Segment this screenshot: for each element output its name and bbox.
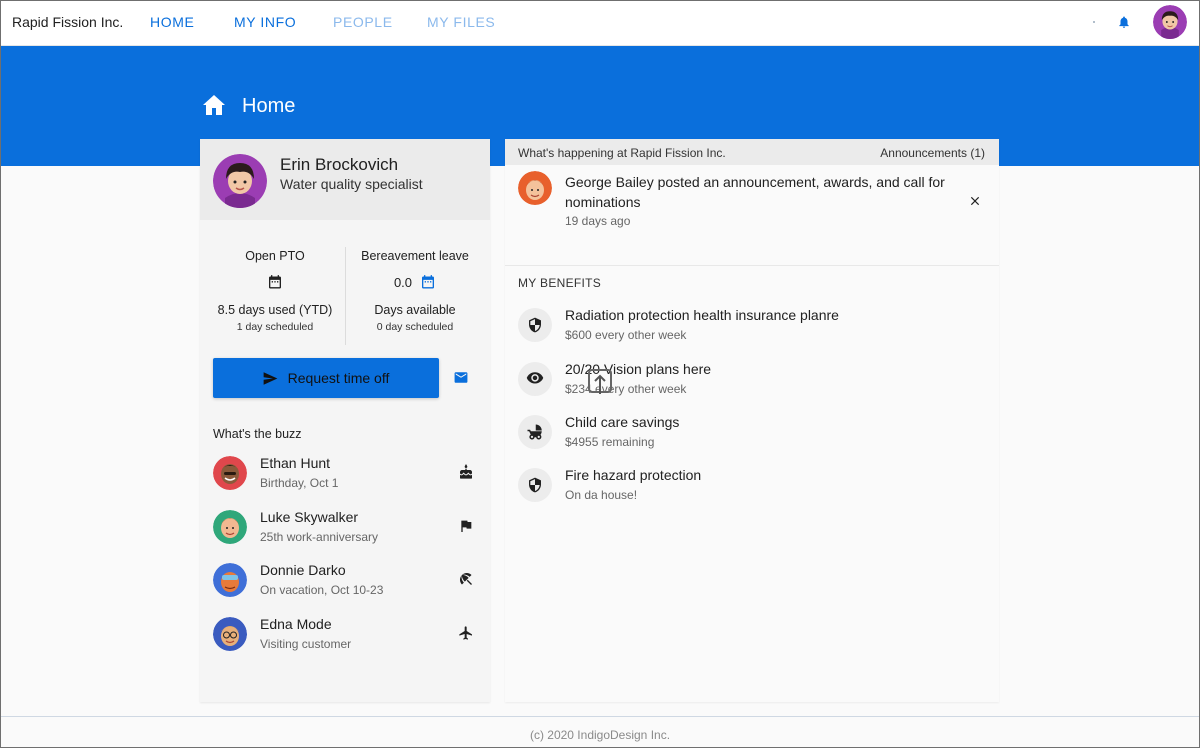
footer: (c) 2020 IndigoDesign Inc. bbox=[0, 716, 1200, 748]
profile-role: Water quality specialist bbox=[280, 176, 423, 192]
calendar-icon[interactable] bbox=[420, 274, 436, 291]
buzz-detail: Birthday, Oct 1 bbox=[260, 476, 339, 490]
open-pto-used: 8.5 days used (YTD) bbox=[217, 303, 333, 317]
nav-my-info[interactable]: MY INFO bbox=[234, 14, 296, 30]
benefit-item[interactable]: Child care savings $4955 remaining bbox=[518, 414, 978, 459]
buzz-item[interactable]: Ethan Hunt Birthday, Oct 1 bbox=[213, 455, 483, 496]
news-benefits-card: What's happening at Rapid Fission Inc. A… bbox=[505, 139, 999, 702]
bereavement-available: Days available bbox=[374, 303, 456, 317]
avatar bbox=[213, 563, 247, 597]
nav-my-files[interactable]: MY FILES bbox=[427, 14, 495, 30]
happening-title: What's happening at Rapid Fission Inc. bbox=[518, 146, 726, 160]
footer-copyright: (c) 2020 IndigoDesign Inc. bbox=[529, 728, 671, 742]
send-icon bbox=[263, 371, 278, 385]
bereavement-scheduled: 0 day scheduled bbox=[376, 321, 454, 333]
buzz-name: Ethan Hunt bbox=[260, 455, 331, 471]
announcement-text[interactable]: George Bailey posted an announcement, aw… bbox=[565, 172, 945, 212]
calendar-icon[interactable] bbox=[267, 274, 283, 291]
close-icon[interactable] bbox=[968, 194, 982, 208]
buzz-item[interactable]: Donnie Darko On vacation, Oct 10-23 bbox=[213, 562, 483, 603]
mail-icon[interactable] bbox=[454, 372, 468, 383]
profile-avatar bbox=[213, 154, 267, 208]
separator-dot bbox=[1093, 21, 1095, 23]
profile-name: Erin Brockovich bbox=[280, 155, 399, 174]
request-time-off-label: Request time off bbox=[287, 370, 390, 386]
brand-name: Rapid Fission Inc. bbox=[12, 14, 124, 30]
benefit-item[interactable]: Fire hazard protection On da house! bbox=[518, 467, 978, 512]
shield-icon bbox=[518, 468, 552, 502]
stroller-icon bbox=[518, 415, 552, 449]
home-icon bbox=[203, 95, 225, 115]
announcement-time: 19 days ago bbox=[565, 214, 631, 228]
buzz-name: Luke Skywalker bbox=[260, 509, 359, 525]
benefits-title: MY BENEFITS bbox=[518, 276, 602, 290]
eye-icon bbox=[518, 362, 552, 396]
bereavement-title: Bereavement leave bbox=[361, 249, 469, 263]
beach-umbrella-icon bbox=[460, 573, 472, 585]
upload-drag-cursor-icon bbox=[588, 369, 612, 394]
profile-header: Erin Brockovich Water quality specialist bbox=[200, 139, 490, 220]
buzz-detail: On vacation, Oct 10-23 bbox=[260, 583, 384, 597]
employee-card: Erin Brockovich Water quality specialist… bbox=[200, 139, 490, 702]
open-pto-title: Open PTO bbox=[245, 249, 305, 263]
benefit-name: Child care savings bbox=[565, 414, 680, 430]
shield-icon bbox=[518, 308, 552, 342]
happening-header: What's happening at Rapid Fission Inc. A… bbox=[505, 139, 999, 165]
user-avatar[interactable] bbox=[1153, 5, 1187, 39]
open-pto-scheduled: 1 day scheduled bbox=[236, 321, 314, 333]
buzz-detail: 25th work-anniversary bbox=[260, 530, 379, 544]
buzz-name: Donnie Darko bbox=[260, 562, 346, 578]
avatar bbox=[213, 456, 247, 490]
bereavement-panel: Bereavement leave 0.0 Days available 0 d… bbox=[350, 249, 480, 333]
open-pto-panel: Open PTO 8.5 days used (YTD) 1 day sched… bbox=[210, 249, 340, 333]
benefit-name: Radiation protection health insurance pl… bbox=[565, 307, 839, 323]
buzz-item[interactable]: Luke Skywalker 25th work-anniversary bbox=[213, 509, 483, 550]
request-time-off-button[interactable]: Request time off bbox=[213, 358, 439, 398]
airplane-icon bbox=[459, 626, 472, 640]
benefit-name: Fire hazard protection bbox=[565, 467, 702, 483]
benefit-detail: On da house! bbox=[565, 488, 638, 502]
bereavement-value: 0.0 bbox=[393, 274, 413, 290]
pto-divider bbox=[345, 247, 346, 345]
buzz-title: What's the buzz bbox=[213, 427, 302, 441]
cake-icon bbox=[460, 464, 472, 479]
buzz-detail: Visiting customer bbox=[260, 637, 352, 651]
benefit-detail: $4955 remaining bbox=[565, 435, 655, 449]
nav-home[interactable]: HOME bbox=[150, 14, 194, 30]
buzz-name: Edna Mode bbox=[260, 616, 332, 632]
flag-icon bbox=[461, 520, 472, 532]
page-title: Home bbox=[242, 95, 296, 117]
top-navbar: Rapid Fission Inc. HOME MY INFO PEOPLE M… bbox=[0, 0, 1200, 46]
avatar bbox=[213, 617, 247, 651]
section-divider bbox=[505, 265, 999, 266]
announcements-link[interactable]: Announcements (1) bbox=[880, 146, 985, 160]
benefit-item[interactable]: Radiation protection health insurance pl… bbox=[518, 307, 978, 352]
bell-icon[interactable] bbox=[1117, 14, 1131, 30]
buzz-item[interactable]: Edna Mode Visiting customer bbox=[213, 616, 483, 657]
benefit-detail: $600 every other week bbox=[565, 328, 687, 342]
nav-people[interactable]: PEOPLE bbox=[333, 14, 393, 30]
avatar bbox=[213, 510, 247, 544]
avatar bbox=[518, 171, 552, 205]
benefit-detail: $234 every other week bbox=[565, 382, 687, 396]
